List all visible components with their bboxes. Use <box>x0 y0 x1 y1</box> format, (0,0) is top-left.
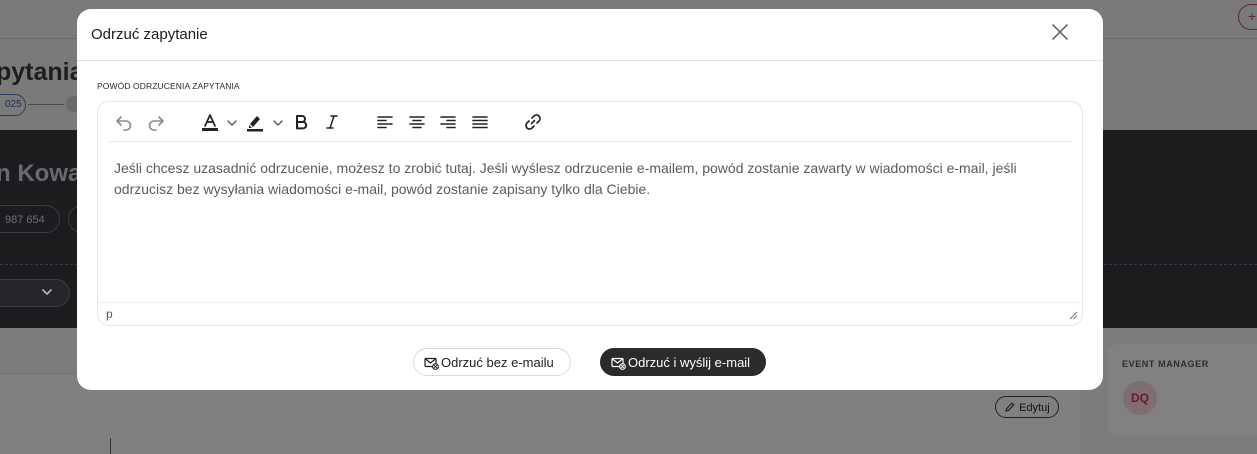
align-left-button[interactable] <box>375 112 395 134</box>
link-icon <box>525 114 541 130</box>
date-pill[interactable]: 025 <box>0 94 26 116</box>
modal-title: Odrzuć zapytanie <box>91 26 208 43</box>
page-title: pytania <box>0 58 84 86</box>
align-right-icon <box>440 116 456 129</box>
italic-icon <box>326 115 338 129</box>
italic-button[interactable] <box>322 112 342 134</box>
plus-icon: + <box>1248 8 1257 24</box>
reject-inquiry-modal: Odrzuć zapytanie POWÓD ODRZUCENIA ZAPYTA… <box>77 9 1103 390</box>
resize-handle-icon[interactable] <box>1068 310 1078 320</box>
rejection-reason-label: POWÓD ODRZUCENIA ZAPYTANIA <box>97 81 240 91</box>
rich-text-editor: Jeśli chcesz uzasadnić odrzucenie, możes… <box>97 101 1083 326</box>
rejection-reason-textarea[interactable]: Jeśli chcesz uzasadnić odrzucenie, możes… <box>114 158 1069 200</box>
chevron-down-icon[interactable] <box>272 118 284 128</box>
text-color-button[interactable] <box>200 112 220 134</box>
reject-and-send-email-label: Odrzuć i wyślij e-mail <box>628 355 751 370</box>
align-right-button[interactable] <box>438 112 458 134</box>
align-justify-icon <box>472 116 488 129</box>
link-button[interactable] <box>523 112 543 134</box>
close-button[interactable] <box>1049 21 1071 43</box>
align-left-icon <box>377 116 393 129</box>
close-icon <box>1052 24 1068 40</box>
pill-connector <box>28 104 64 105</box>
align-center-icon <box>409 116 425 129</box>
redo-button[interactable] <box>146 112 166 134</box>
pencil-icon <box>1005 402 1015 412</box>
reject-without-email-label: Odrzuć bez e-mailu <box>441 355 554 370</box>
highlight-color-button[interactable] <box>245 112 265 134</box>
client-name: n Kowa <box>0 160 82 187</box>
timeline-line <box>110 438 111 454</box>
editor-status-bar: p <box>98 302 1082 325</box>
bold-icon <box>296 115 308 130</box>
chevron-down-icon[interactable] <box>226 118 238 128</box>
mail-reject-icon <box>424 357 439 370</box>
highlight-color-icon <box>247 116 263 132</box>
modal-header: Odrzuć zapytanie <box>77 9 1103 61</box>
toolbar-divider <box>108 141 1072 142</box>
align-center-button[interactable] <box>407 112 427 134</box>
undo-icon <box>116 116 132 131</box>
redo-icon <box>148 116 164 131</box>
align-justify-button[interactable] <box>470 112 490 134</box>
bold-button[interactable] <box>291 112 311 134</box>
avatar[interactable]: DQ <box>1123 381 1157 415</box>
edit-button[interactable]: Edytuj <box>995 396 1059 418</box>
element-path[interactable]: p <box>106 307 113 321</box>
edit-button-label: Edytuj <box>1019 402 1050 414</box>
status-select[interactable] <box>0 279 70 307</box>
phone-chip[interactable]: 987 654 <box>0 205 60 233</box>
chevron-down-icon <box>42 289 52 295</box>
event-manager-label: EVENT MANAGER <box>1122 359 1209 369</box>
add-button[interactable]: + <box>1238 4 1257 30</box>
editor-toolbar <box>98 102 1082 142</box>
reject-and-send-email-button[interactable]: Odrzuć i wyślij e-mail <box>600 348 766 376</box>
mail-send-icon <box>611 357 626 370</box>
undo-button[interactable] <box>114 112 134 134</box>
text-color-icon <box>202 114 218 131</box>
reject-without-email-button[interactable]: Odrzuć bez e-mailu <box>413 348 571 376</box>
